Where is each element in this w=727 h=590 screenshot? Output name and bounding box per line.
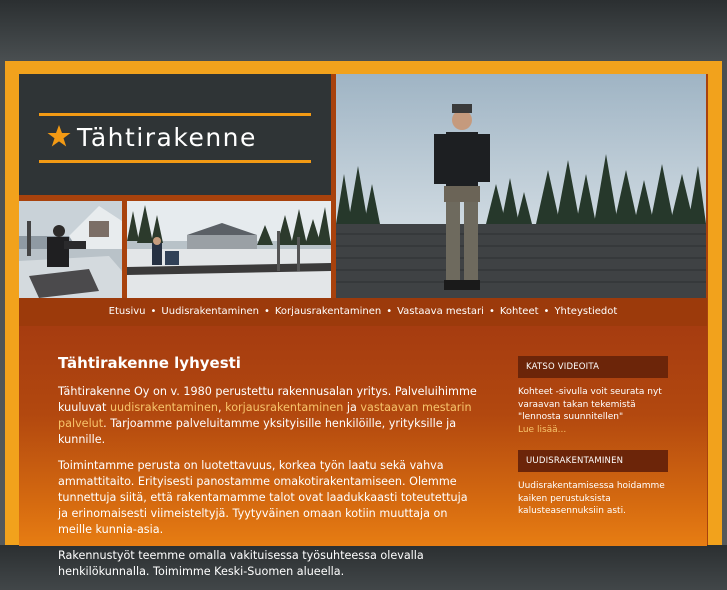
site-logo[interactable]: Tähtirakenne [19,74,331,195]
content-area: Tähtirakenne lyhyesti Tähtirakenne Oy on… [19,326,707,578]
sidebar-new-building: UUDISRAKENTAMINEN Uudisrakentamisessa ho… [518,450,668,518]
page-title: Tähtirakenne lyhyesti [58,354,241,372]
staff-paragraph: Rakennustyöt teemme omalla vakituisessa … [58,549,424,578]
sidebar-videos-text: Kohteet -sivulla voit seurata nyt varaav… [518,387,662,422]
nav-separator: • [263,306,270,317]
sidebar-videos: KATSO VIDEOITA Kohteet -sivulla voit seu… [518,356,668,436]
sidebar-heading-videos: KATSO VIDEOITA [518,356,668,378]
brand-name: Tähtirakenne [77,123,257,152]
sidebar-heading-new-building: UUDISRAKENTAMINEN [518,450,668,472]
page-frame: Tähtirakenne Etusivu • Uudisrakentaminen… [5,61,722,578]
logo-bottom-rule [39,160,311,163]
nav-separator: • [543,306,550,317]
nav-item-korjausrakentaminen[interactable]: Korjausrakentaminen [275,306,381,317]
header-photo-worker-sheet [19,201,122,298]
site-container: Tähtirakenne Etusivu • Uudisrakentaminen… [19,74,708,578]
nav-item-vastaava-mestari[interactable]: Vastaava mestari [397,306,484,317]
nav-separator: • [386,306,393,317]
nav-item-uudisrakentaminen[interactable]: Uudisrakentaminen [161,306,259,317]
nav-item-yhteystiedot[interactable]: Yhteystiedot [554,306,617,317]
header-photo-foundation [127,201,331,298]
quality-paragraph: Toimintamme perusta on luotettavuus, kor… [58,459,468,536]
main-column: Tähtirakenne lyhyesti Tähtirakenne Oy on… [58,354,478,590]
nav-item-etusivu[interactable]: Etusivu [109,306,146,317]
nav-separator: • [488,306,495,317]
sidebar-new-building-text: Uudisrakentamisessa hoidamme kaiken peru… [518,481,665,516]
nav-item-kohteet[interactable]: Kohteet [500,306,539,317]
intro-conjunction: ja [343,401,361,414]
intro-paragraph: Tähtirakenne Oy on v. 1980 perustettu ra… [58,384,478,448]
logo-top-rule [39,113,311,116]
header-photo-roofer [336,74,706,298]
link-korjausrakentaminen[interactable]: korjausrakentaminen [225,401,343,414]
intro-text-end: . Tarjoamme palveluitamme yksityisille h… [58,417,457,446]
nav-separator: • [150,306,157,317]
main-nav: Etusivu • Uudisrakentaminen • Korjausrakenta… [19,298,707,326]
link-uudisrakentaminen[interactable]: uudisrakentaminen [110,401,218,414]
read-more-link[interactable]: Lue lisää... [518,424,668,437]
sidebar: KATSO VIDEOITA Kohteet -sivulla voit seu… [518,356,668,532]
star-icon [47,125,71,147]
